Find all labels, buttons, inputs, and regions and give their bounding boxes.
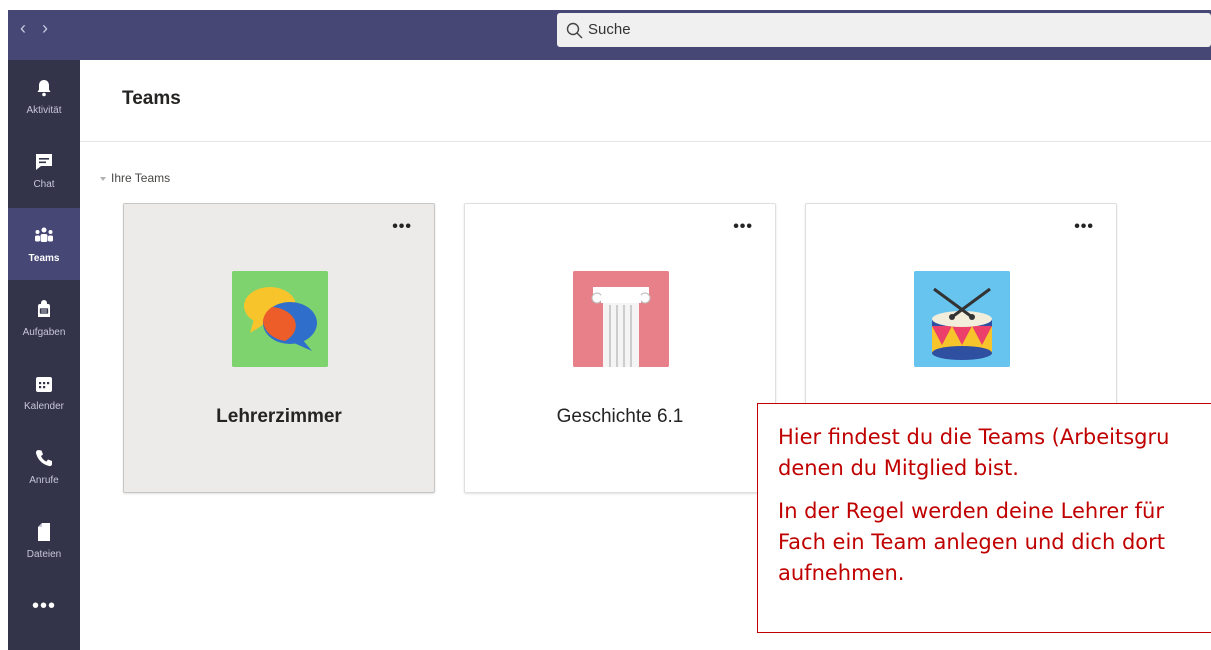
page-title: Teams [122, 88, 181, 109]
team-tile [914, 271, 1010, 367]
rail-label: Kalender [23, 401, 65, 412]
rail-item-aktivitaet[interactable]: Aktivität [8, 60, 80, 132]
bell-icon [37, 80, 51, 97]
search-icon [566, 22, 583, 39]
page-header: Teams [80, 60, 1211, 142]
drum-icon [914, 271, 1010, 367]
callout-line: Hier findest du die Teams (Arbeitsgru [778, 425, 1170, 449]
history-nav: ‹ › [12, 18, 56, 39]
callout-line: In der Regel werden deine Lehrer für [778, 499, 1164, 523]
team-card-geschichte[interactable]: ••• Geschichte 6.1 [464, 203, 776, 493]
chat-icon [36, 154, 52, 170]
rail-item-kalender[interactable]: Kalender [8, 356, 80, 428]
column-icon [573, 271, 669, 367]
rail-item-teams[interactable]: Teams [8, 208, 80, 280]
more-options-icon[interactable]: ••• [1074, 218, 1094, 236]
file-icon [38, 523, 50, 541]
rail-item-dateien[interactable]: Dateien [8, 504, 80, 576]
rail-label: Teams [28, 253, 60, 264]
team-name: Lehrerzimmer [216, 406, 342, 427]
back-arrow-icon[interactable]: ‹ [12, 18, 34, 39]
callout-line: denen du Mitglied bist. [778, 456, 1019, 480]
rail-item-aufgaben[interactable]: Aufgaben [8, 282, 80, 354]
phone-icon [35, 450, 52, 467]
more-options-icon[interactable]: ••• [733, 218, 753, 236]
team-name: Geschichte 6.1 [556, 406, 684, 427]
title-bar: ‹ › Suche [8, 10, 1211, 60]
callout-line: aufnehmen. [778, 561, 905, 585]
more-options-icon[interactable]: ••• [392, 218, 412, 236]
forward-arrow-icon[interactable]: › [34, 18, 56, 39]
rail-item-chat[interactable]: Chat [8, 134, 80, 206]
callout-paragraph-2: In der Regel werden deine Lehrer für Fac… [778, 496, 1211, 589]
speech-bubbles-icon [232, 271, 328, 367]
teams-icon [35, 227, 53, 242]
annotation-callout: Hier findest du die Teams (Arbeitsgru de… [757, 403, 1211, 633]
section-header-ihre-teams[interactable]: Ihre Teams [100, 171, 170, 185]
calendar-icon [36, 377, 52, 392]
search-input[interactable]: Suche [557, 13, 1211, 47]
more-apps-icon[interactable]: ••• [8, 595, 80, 618]
rail-label: Dateien [26, 549, 62, 560]
team-card-lehrerzimmer[interactable]: ••• Lehrerzimmer [123, 203, 435, 493]
rail-label: Aufgaben [22, 327, 66, 338]
app-rail: Aktivität Chat Teams Aufgaben Kalender A… [8, 60, 80, 650]
rail-label: Aktivität [26, 105, 62, 116]
rail-item-anrufe[interactable]: Anrufe [8, 430, 80, 502]
backpack-icon [38, 300, 50, 317]
callout-paragraph-1: Hier findest du die Teams (Arbeitsgru de… [778, 422, 1211, 484]
section-label: Ihre Teams [111, 171, 171, 185]
search-placeholder: Suche [588, 21, 631, 38]
team-tile [232, 271, 328, 367]
team-tile [573, 271, 669, 367]
callout-line: Fach ein Team anlegen und dich dort [778, 530, 1166, 554]
rail-label: Anrufe [29, 475, 59, 486]
collapse-caret-icon [100, 176, 106, 181]
rail-label: Chat [33, 179, 55, 190]
